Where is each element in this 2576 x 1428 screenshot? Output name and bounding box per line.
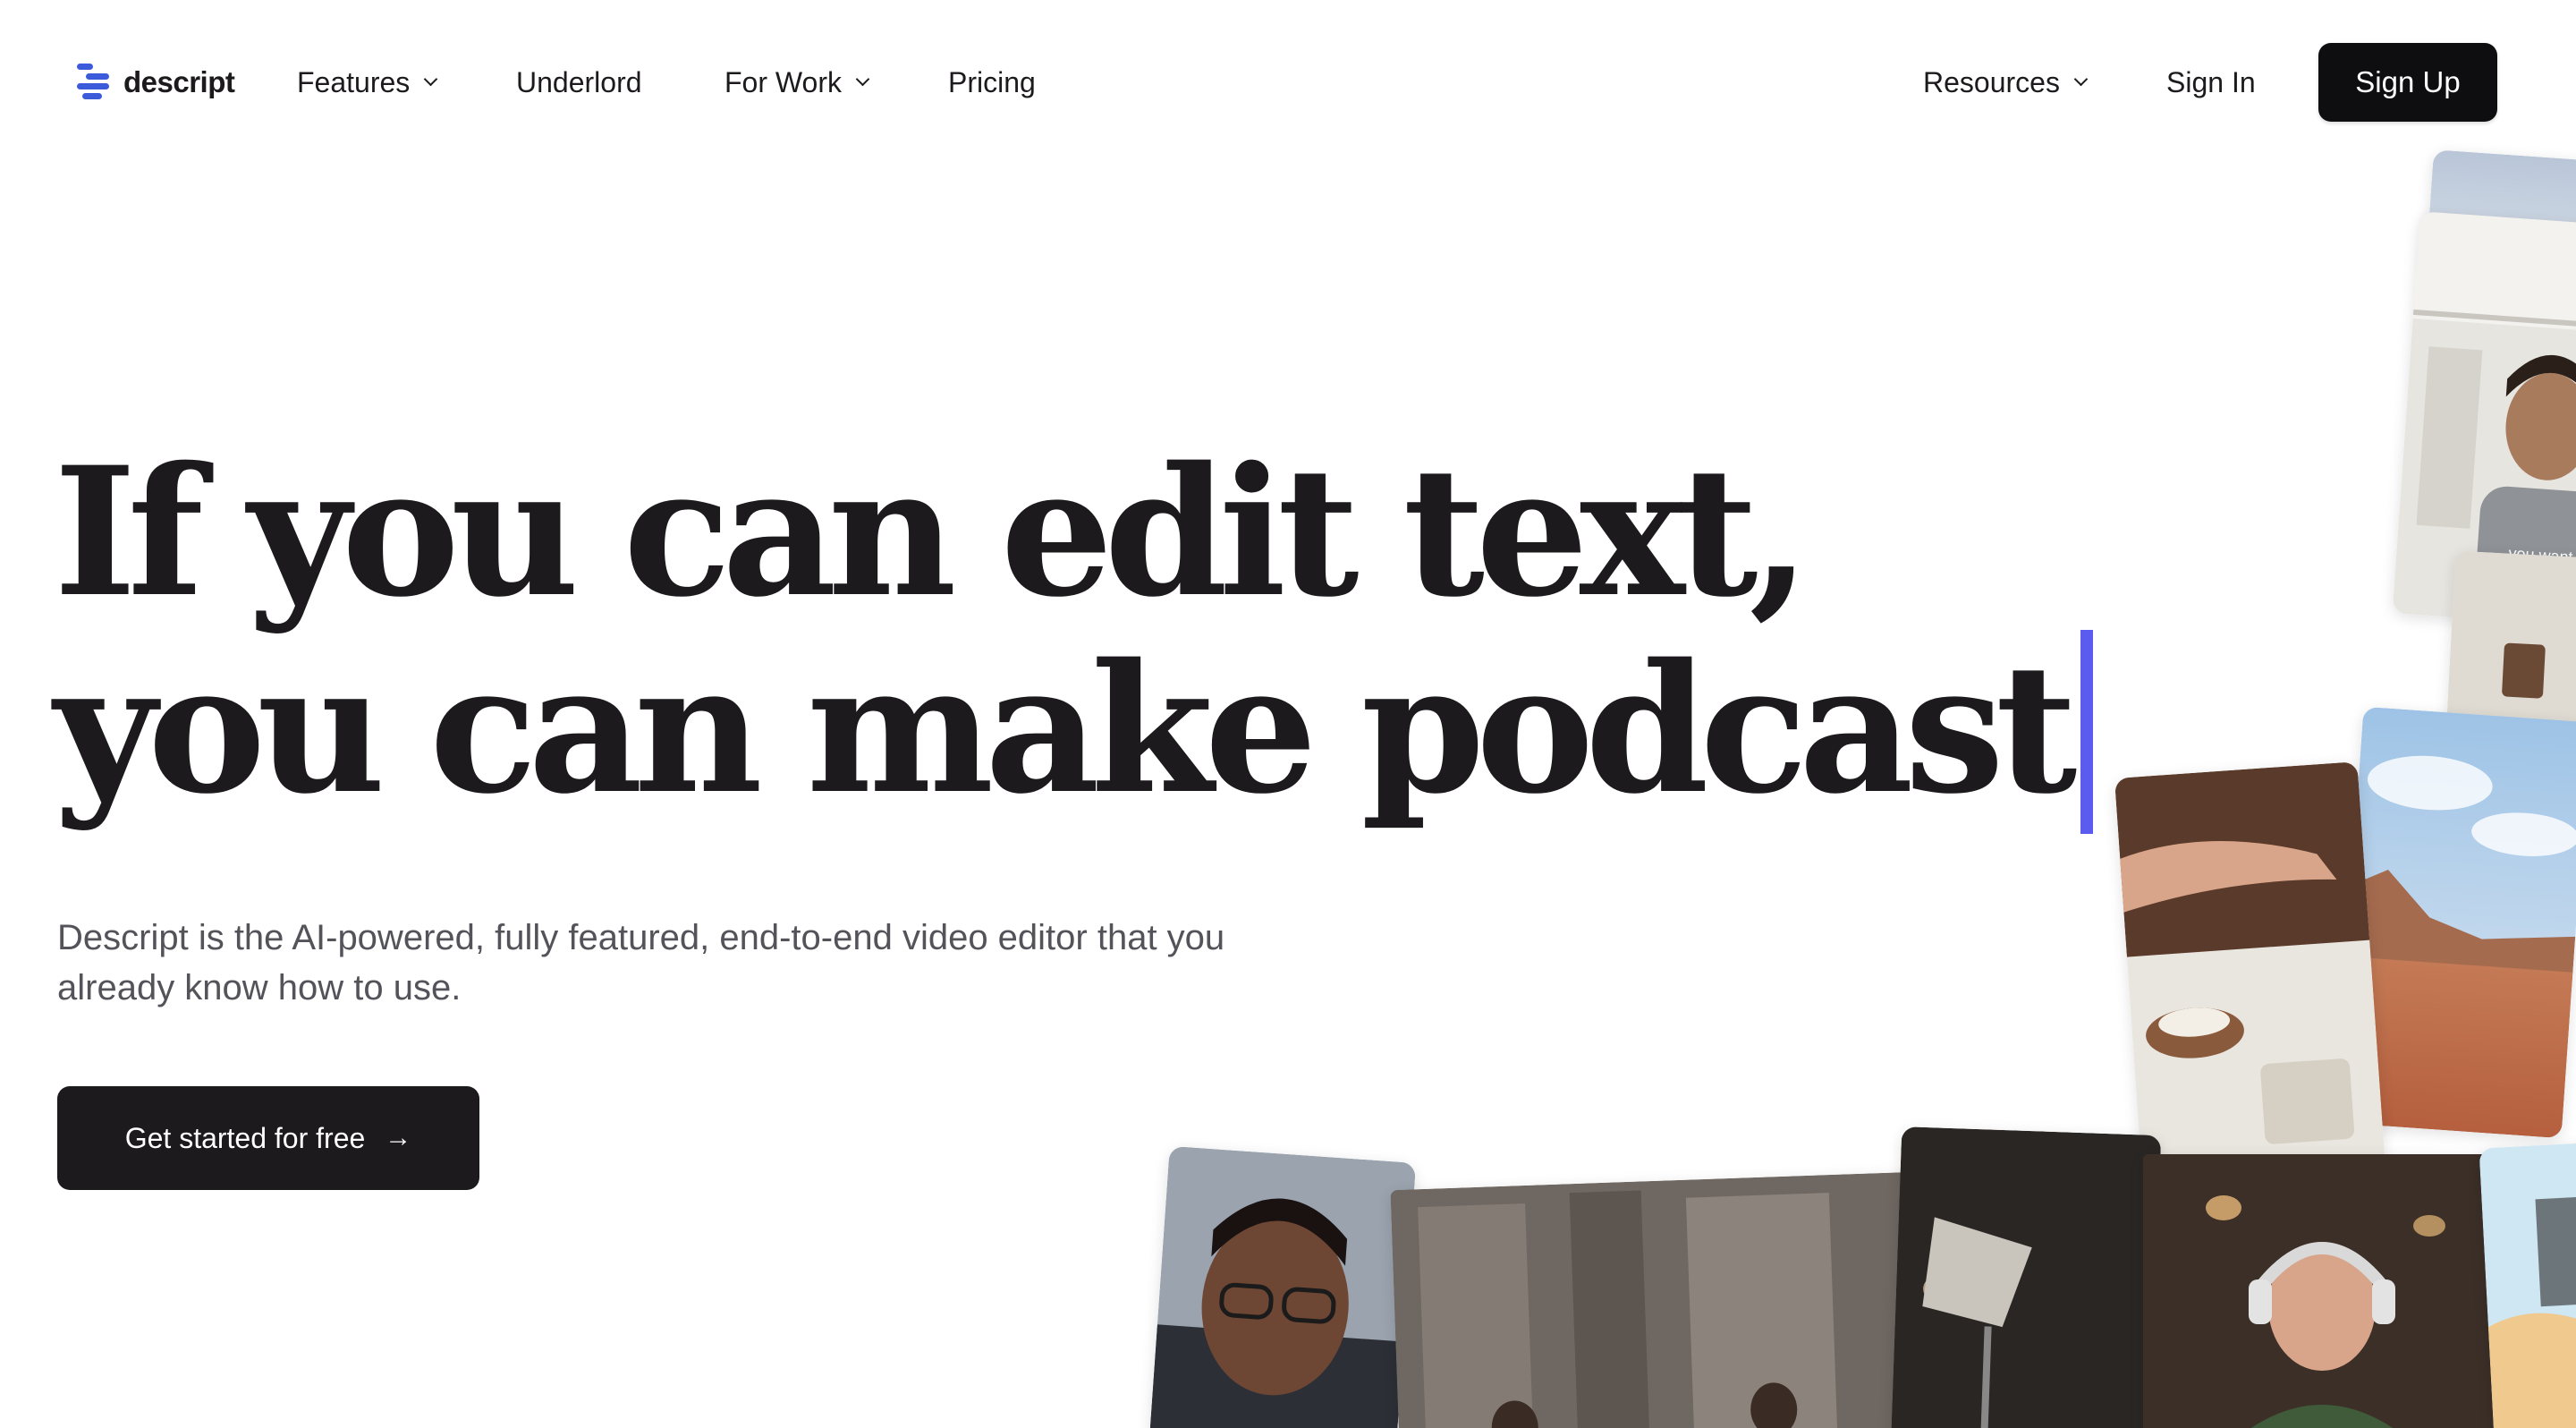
nav-resources[interactable]: Resources: [1923, 64, 2089, 100]
nav-for-work[interactable]: For Work: [724, 64, 870, 100]
headline-rotating-word: you can make podcast: [54, 625, 2077, 833]
sign-in-label: Sign In: [2166, 65, 2256, 98]
nav-features[interactable]: Features: [297, 64, 438, 100]
descript-logo[interactable]: descript: [77, 61, 235, 104]
video-card-lamp: [1890, 1126, 2162, 1428]
video-card-cooking: [2114, 761, 2387, 1198]
chevron-down-icon: [855, 72, 870, 86]
video-card-room: [2445, 550, 2576, 738]
headline-line-1: If you can edit text,: [54, 428, 1810, 636]
nav-features-label: Features: [297, 65, 411, 98]
brand-name: descript: [123, 65, 235, 98]
descript-logo-icon: [77, 62, 113, 103]
nav-resources-label: Resources: [1923, 65, 2060, 98]
get-started-label: Get started for free: [124, 1121, 366, 1154]
chevron-down-icon: [2073, 72, 2089, 86]
chevron-down-icon: [424, 72, 438, 86]
nav-underlord[interactable]: Underlord: [516, 64, 642, 100]
get-started-button[interactable]: Get started for free →: [57, 1086, 479, 1190]
video-card-painting: [2479, 1142, 2576, 1428]
nav-underlord-label: Underlord: [516, 65, 642, 98]
hero-headline: If you can edit text, you can make podca…: [54, 428, 2094, 834]
arrow-right-icon: →: [385, 1123, 412, 1152]
video-card-headphones: [2143, 1154, 2501, 1428]
nav-for-work-label: For Work: [724, 65, 842, 98]
top-nav: descript Features Underlord For Work Pri…: [0, 0, 2576, 165]
video-card-interior: [1390, 1171, 1919, 1428]
video-card-man-glasses: [1148, 1145, 1417, 1428]
hero-subtitle: Descript is the AI-powered, fully featur…: [57, 918, 1225, 1007]
page: descript Features Underlord For Work Pri…: [0, 0, 2576, 1428]
nav-pricing[interactable]: Pricing: [948, 64, 1036, 100]
headline-line-2: you can make podcast: [54, 630, 2094, 834]
nav-pricing-label: Pricing: [948, 65, 1036, 98]
text-caret: [2080, 630, 2094, 834]
sign-up-button[interactable]: Sign Up: [2318, 43, 2497, 122]
sign-in-link[interactable]: Sign In: [2166, 64, 2256, 100]
